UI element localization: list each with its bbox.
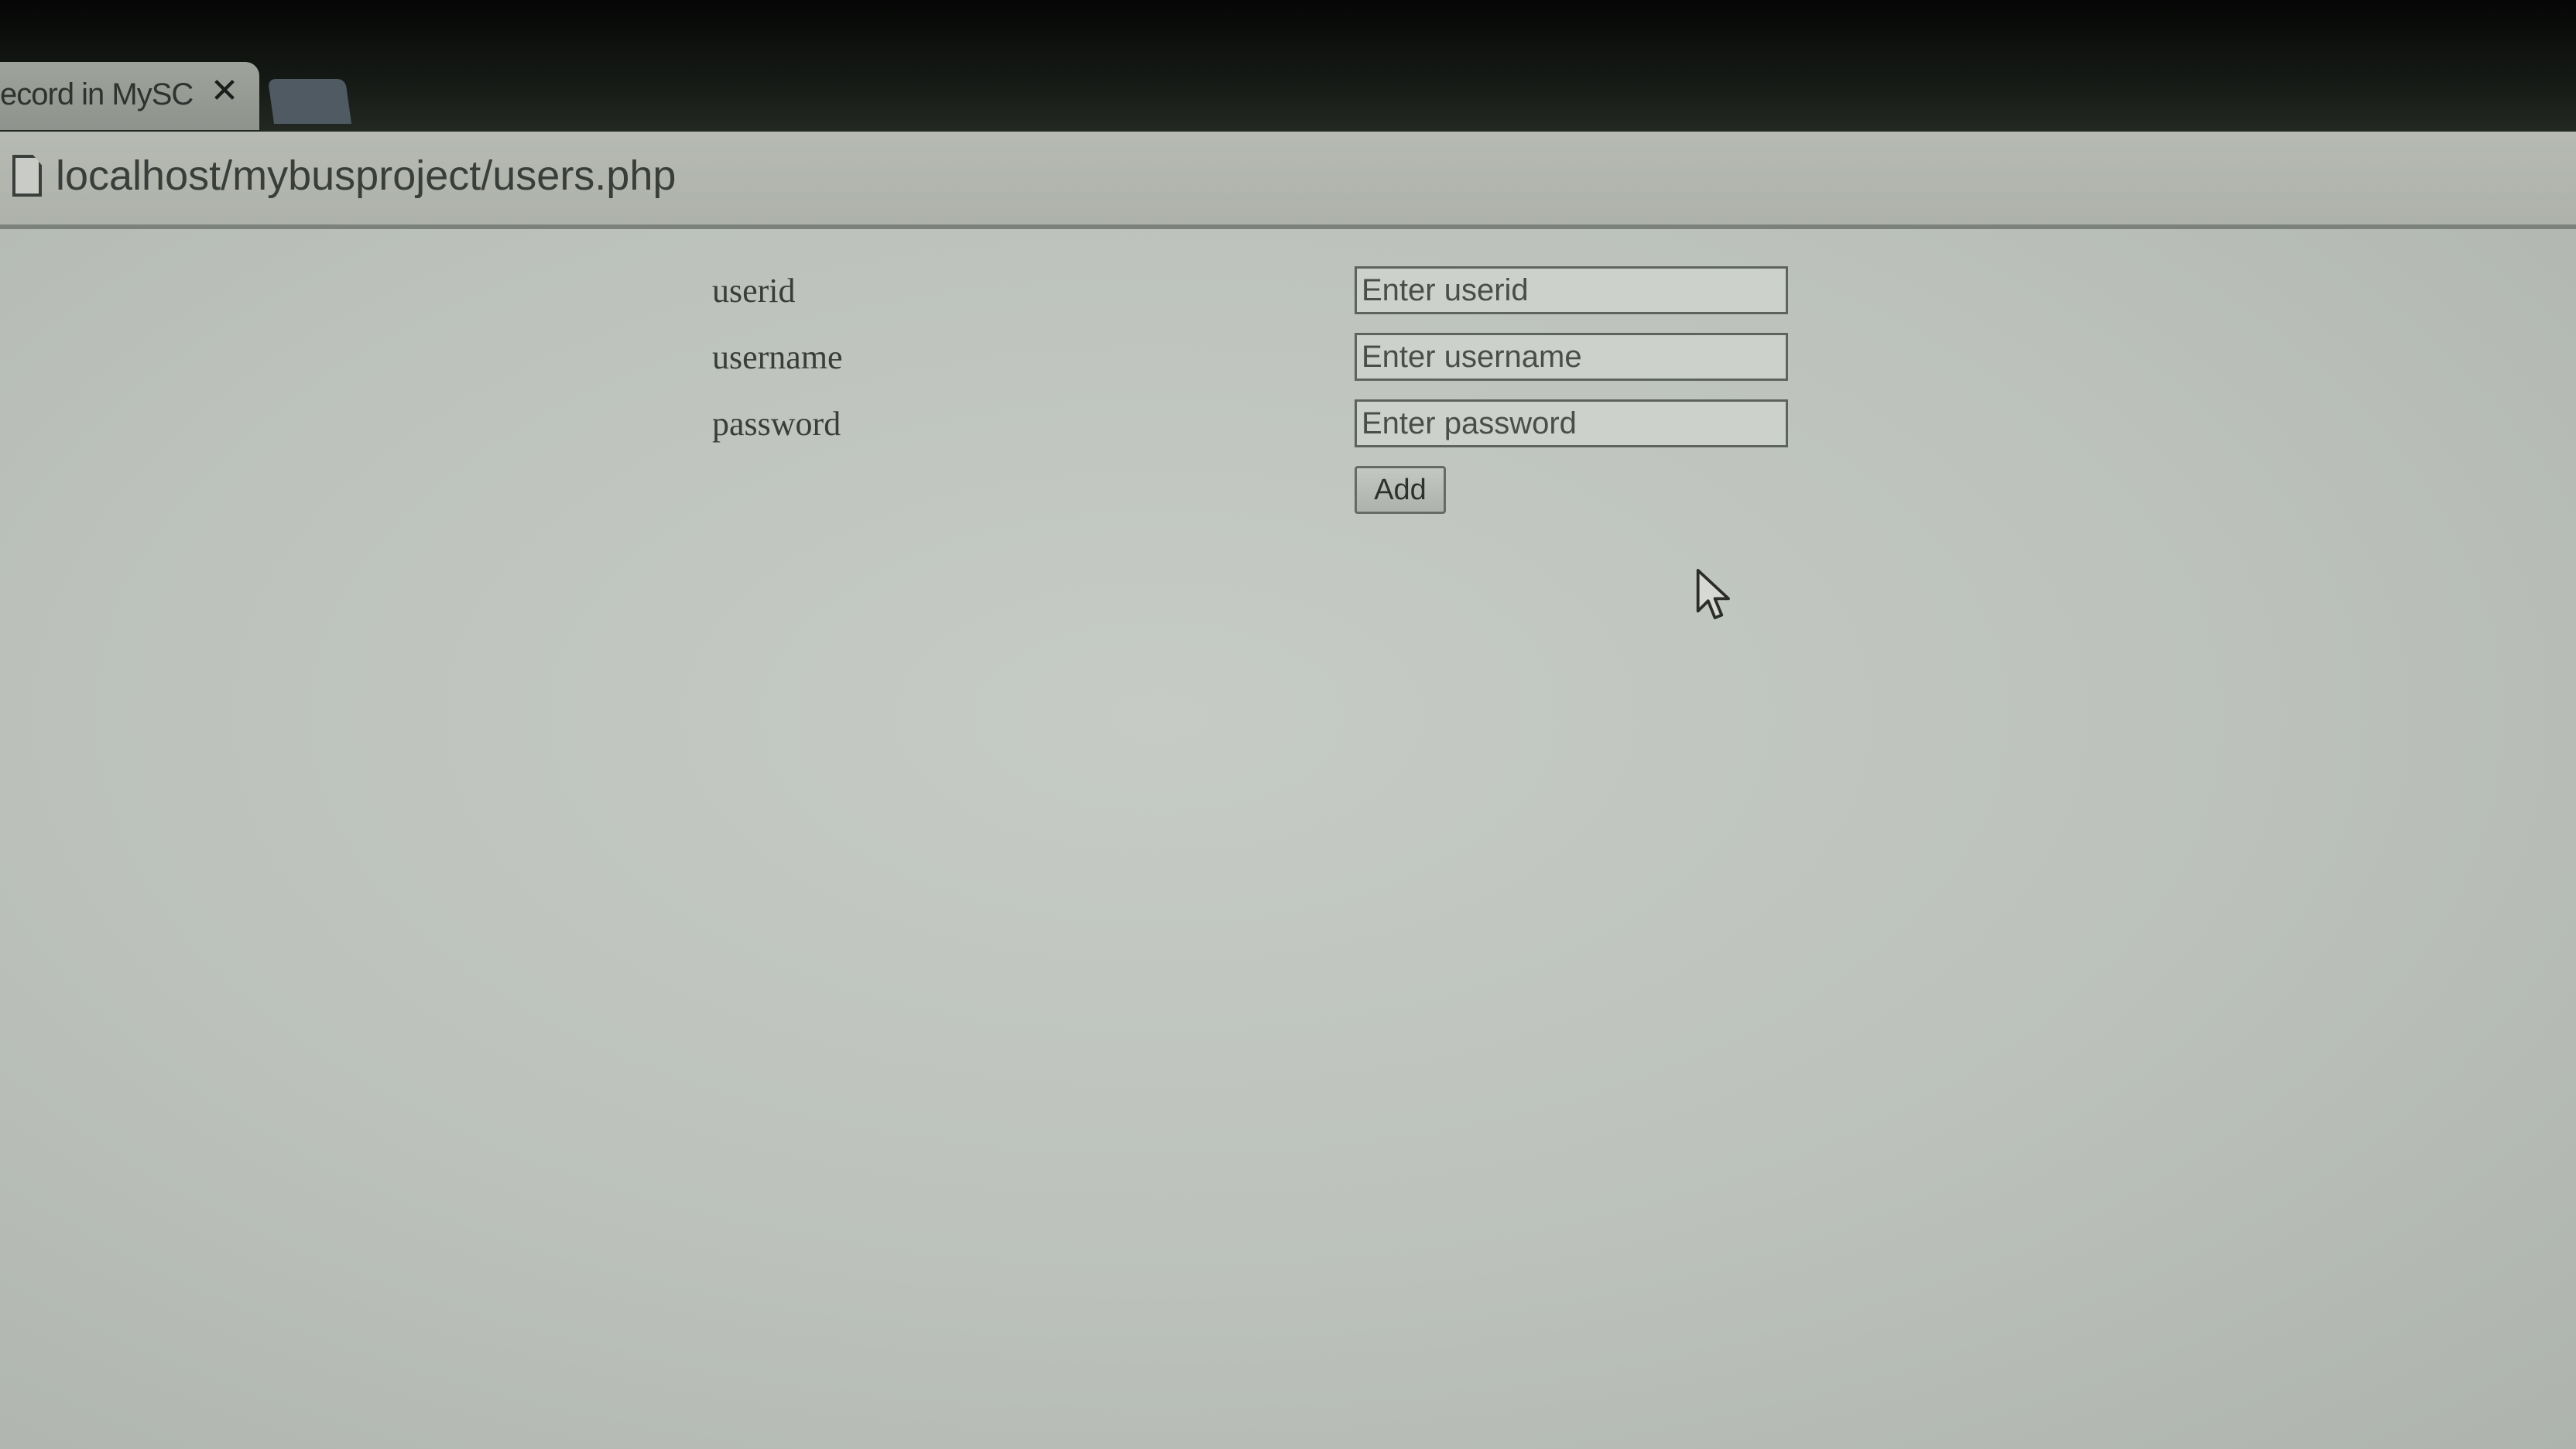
close-icon[interactable]: ✕: [207, 74, 242, 108]
form-row-password: password: [712, 390, 1788, 457]
tab-strip: ecord in MySC ✕: [0, 0, 2576, 132]
username-label: username: [712, 337, 843, 376]
page-content: userid username password Add: [0, 229, 2576, 1449]
userid-input[interactable]: [1355, 266, 1788, 314]
form-row-userid: userid: [712, 257, 1788, 324]
form-row-username: username: [712, 324, 1788, 390]
userid-label: userid: [712, 271, 796, 310]
user-form: userid username password Add: [712, 257, 1788, 523]
add-button[interactable]: Add: [1355, 466, 1446, 514]
page-icon: [12, 155, 42, 197]
new-tab-button[interactable]: [267, 79, 352, 124]
mouse-cursor-icon: [1696, 569, 1730, 620]
password-input[interactable]: [1355, 399, 1788, 447]
address-bar[interactable]: localhost/mybusproject/users.php: [0, 132, 2576, 229]
password-label: password: [712, 404, 841, 443]
username-input[interactable]: [1355, 333, 1788, 381]
browser-tab[interactable]: ecord in MySC ✕: [0, 62, 259, 130]
tab-title: ecord in MySC: [0, 77, 194, 111]
url-text[interactable]: localhost/mybusproject/users.php: [56, 152, 676, 200]
form-row-submit: Add: [712, 457, 1788, 523]
